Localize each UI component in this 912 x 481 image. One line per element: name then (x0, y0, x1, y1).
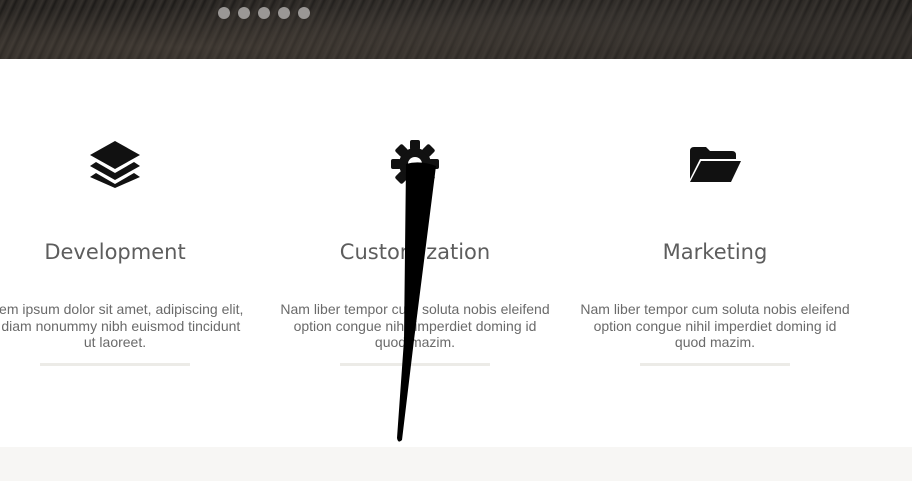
features-section: Development orem ipsum dolor sit amet, a… (0, 59, 912, 447)
hero-banner (0, 0, 912, 59)
folder-open-icon (688, 145, 742, 188)
feature-development: Development orem ipsum dolor sit amet, a… (0, 59, 265, 447)
description-line: ut laoreet. (83, 334, 147, 350)
brush-stroke-overlay (397, 162, 436, 442)
feature-description: orem ipsum dolor sit amet, adipiscing el… (0, 301, 250, 351)
slider-dot-1[interactable] (218, 7, 230, 19)
slider-pagination (218, 7, 310, 19)
description-line: quod mazim. (674, 334, 756, 350)
description-line: Nam liber tempor cum soluta nobis eleife… (580, 301, 850, 317)
description-line: d diam nonummy nibh euismod tincidunt (0, 317, 241, 334)
slider-dot-2[interactable] (238, 7, 250, 19)
feature-marketing: Marketing Nam liber tempor cum soluta no… (565, 59, 865, 447)
section-footer-band (0, 447, 912, 481)
slider-dot-4[interactable] (278, 7, 290, 19)
feature-title: Development (44, 240, 186, 264)
feature-title: Marketing (662, 240, 768, 264)
description-line: orem ipsum dolor sit amet, adipiscing el… (0, 301, 244, 317)
feature-description: Nam liber tempor cum soluta nobis eleife… (580, 301, 850, 351)
layers-icon (88, 139, 142, 194)
slider-dot-3[interactable] (258, 7, 270, 19)
description-line: option congue nihil imperdiet doming id (593, 317, 837, 334)
slider-dot-5[interactable] (298, 7, 310, 19)
feature-divider (640, 363, 790, 366)
feature-divider (40, 363, 190, 366)
